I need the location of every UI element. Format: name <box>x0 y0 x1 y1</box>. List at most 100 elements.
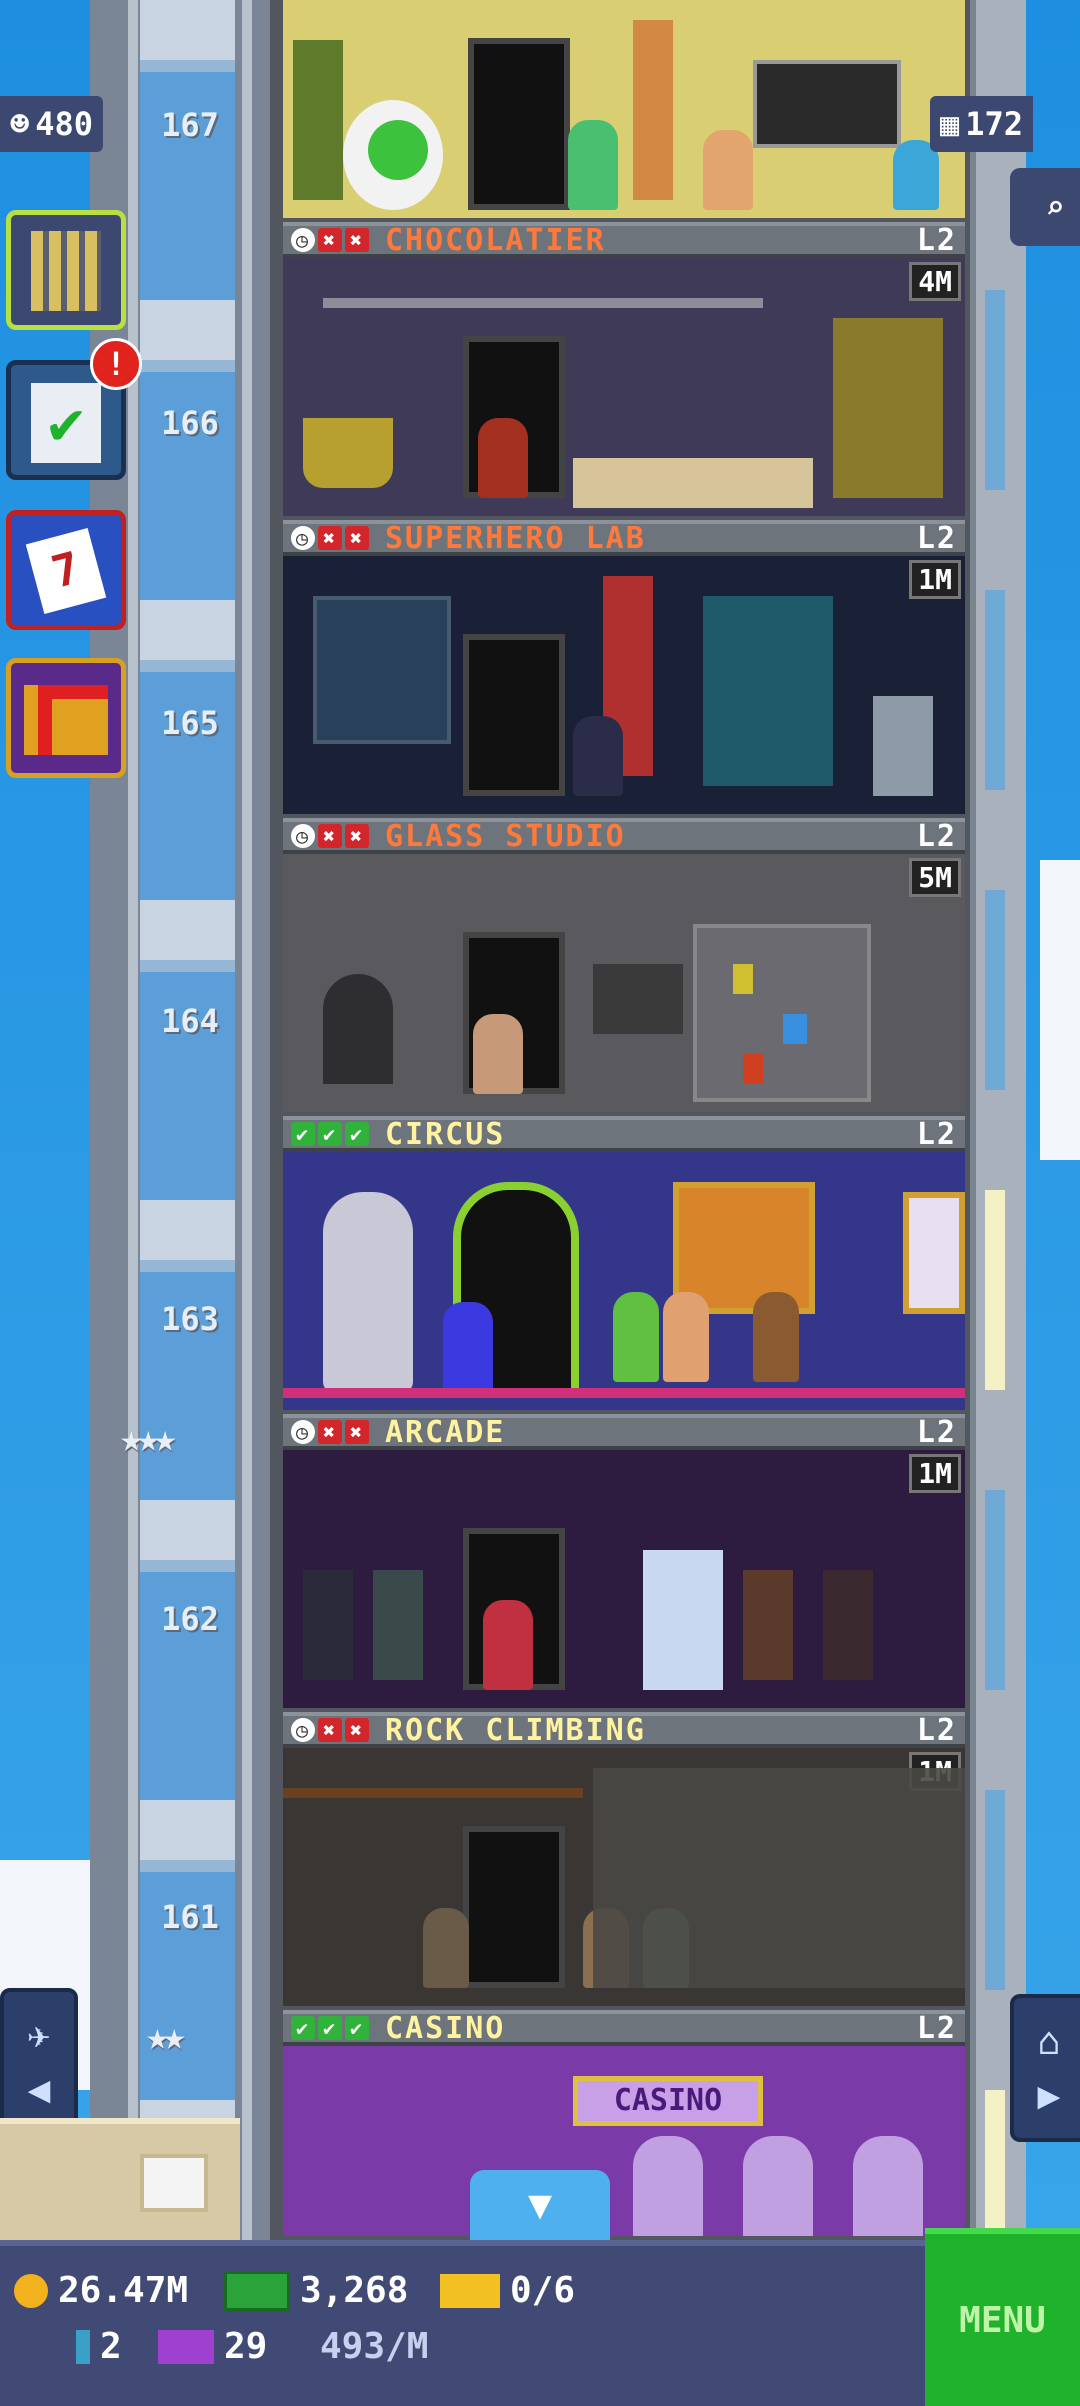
storage-box[interactable] <box>0 2118 240 2246</box>
build-floor-button[interactable] <box>6 210 126 330</box>
population-counter[interactable]: ☻ 480 <box>0 96 104 152</box>
shelf-icon <box>693 924 871 1102</box>
keys-stat[interactable]: 2 <box>76 2326 122 2367</box>
room-door <box>468 38 570 210</box>
bux-stat[interactable]: 3,268 <box>224 2270 408 2311</box>
floor-circus[interactable]: ✔ ✔ ✔ CIRCUS L2 <box>283 1116 965 1410</box>
cloud <box>1040 860 1080 1160</box>
room-scene[interactable] <box>283 0 965 218</box>
stock-status: ✔ ✔ ✔ <box>291 1122 369 1146</box>
floor-level: L2 <box>916 520 957 556</box>
notification-badge: ! <box>90 338 142 390</box>
gift-button[interactable] <box>6 658 126 778</box>
roof-nav-button[interactable]: ⌂ ▶ <box>1010 1994 1080 2142</box>
scroll-down-button[interactable]: ▼ <box>470 2170 610 2240</box>
tenant-icon <box>483 1600 533 1690</box>
vip-stat[interactable]: 29 <box>158 2326 267 2367</box>
floor-header[interactable]: ◷ ✖ ✖ CHOCOLATIER L2 <box>283 222 965 258</box>
plant-icon <box>293 40 343 200</box>
plane-icon: ✈ <box>27 2013 51 2057</box>
clock-icon: ◷ <box>291 824 315 848</box>
room-scene[interactable]: CASINO <box>283 2046 965 2236</box>
floor-name: CASINO <box>385 2010 506 2046</box>
room-door <box>463 1826 565 1988</box>
room-scene[interactable] <box>283 1152 965 1410</box>
tickets-stat[interactable]: 0/6 <box>440 2270 575 2311</box>
out-of-stock-icon: ✖ <box>345 824 369 848</box>
floor-header[interactable]: ✔ ✔ ✔ CASINO L2 <box>283 2010 965 2046</box>
box-icon <box>140 2154 208 2212</box>
vase-icon <box>783 1014 807 1044</box>
tenant-icon <box>613 1292 659 1382</box>
stock-status: ◷ ✖ ✖ <box>291 824 369 848</box>
floor-counter[interactable]: ▦ 172 <box>930 96 1034 152</box>
floor-header[interactable]: ✔ ✔ ✔ CIRCUS L2 <box>283 1116 965 1152</box>
arcade-cabinet-icon <box>303 1570 353 1680</box>
tickets-value: 0/6 <box>510 2270 576 2311</box>
menu-button[interactable]: MENU <box>925 2228 1080 2406</box>
floor-superhero-lab[interactable]: ◷ ✖ ✖ SUPERHERO LAB L2 1M <box>283 520 965 814</box>
climbing-wall-icon <box>593 1768 965 1988</box>
hologram-icon <box>703 596 833 786</box>
coins-stat[interactable]: 26.47M <box>14 2270 188 2311</box>
income-badge: 1M <box>909 560 961 599</box>
pillar-window <box>985 290 1005 490</box>
floor-header[interactable]: ◷ ✖ ✖ ARCADE L2 <box>283 1414 965 1450</box>
floor-rock-climbing[interactable]: ◷ ✖ ✖ ROCK CLIMBING L2 1M <box>283 1712 965 2006</box>
floor-header[interactable]: ◷ ✖ ✖ ROCK CLIMBING L2 <box>283 1712 965 1748</box>
floor-header[interactable]: ◷ ✖ ✖ SUPERHERO LAB L2 <box>283 520 965 556</box>
income-rate-stat: 493/M <box>320 2326 428 2367</box>
floor-number: 163 <box>161 1300 219 1338</box>
blueprint-icon <box>313 596 451 744</box>
tenant-icon <box>703 130 753 210</box>
clock-icon: ◷ <box>291 526 315 550</box>
room-scene[interactable]: 1M <box>283 1450 965 1708</box>
stocked-check-icon: ✔ <box>345 1122 369 1146</box>
lobby-nav-button[interactable]: ✈ ◀ <box>0 1988 78 2136</box>
floor-header[interactable]: ◷ ✖ ✖ GLASS STUDIO L2 <box>283 818 965 854</box>
income-badge: 5M <box>909 858 961 897</box>
population-value: 480 <box>35 105 94 143</box>
out-of-stock-icon: ✖ <box>345 228 369 252</box>
clock-icon: ◷ <box>291 1718 315 1742</box>
floor-167[interactable] <box>283 0 965 218</box>
search-icon: ⌕ <box>1045 188 1065 226</box>
stocked-check-icon: ✔ <box>318 1122 342 1146</box>
floor-casino[interactable]: ✔ ✔ ✔ CASINO L2 CASINO <box>283 2010 965 2236</box>
ticket-icon <box>440 2273 500 2308</box>
out-of-stock-icon: ✖ <box>318 1420 342 1444</box>
tv-screen-icon <box>753 60 901 148</box>
floor-chocolatier[interactable]: ◷ ✖ ✖ CHOCOLATIER L2 4M <box>283 222 965 516</box>
room-scene[interactable]: 1M <box>283 1748 965 2006</box>
calendar-button[interactable]: 7 <box>6 510 126 630</box>
room-scene[interactable]: 1M <box>283 556 965 814</box>
out-of-stock-icon: ✖ <box>345 1420 369 1444</box>
stock-status: ◷ ✖ ✖ <box>291 1420 369 1444</box>
claw-machine-icon <box>643 1550 723 1690</box>
kiosk-icon <box>873 696 933 796</box>
room-scene[interactable]: 5M <box>283 854 965 1112</box>
stage-strip <box>283 1388 965 1398</box>
floor-name: ROCK CLIMBING <box>385 1712 646 1748</box>
search-button[interactable]: ⌕ <box>1010 168 1080 246</box>
room-scene[interactable]: 4M <box>283 258 965 516</box>
arcade-cabinet-icon <box>823 1570 873 1680</box>
keys-value: 2 <box>100 2326 122 2367</box>
income-badge: 4M <box>909 262 961 301</box>
furnace-icon <box>323 974 393 1084</box>
checklist-icon: ✔ <box>31 383 101 463</box>
floor-number: 161 <box>161 1898 219 1936</box>
pot-icon <box>303 418 393 488</box>
floor-glass-studio[interactable]: ◷ ✖ ✖ GLASS STUDIO L2 5M <box>283 818 965 1112</box>
key-icon <box>76 2329 90 2364</box>
shaft-rail <box>242 0 252 2240</box>
floor-arcade[interactable]: ◷ ✖ ✖ ARCADE L2 1M <box>283 1414 965 1708</box>
bottom-status-bar <box>0 2240 1080 2406</box>
tenant-icon <box>473 1014 523 1094</box>
building-icon: ▦ <box>940 105 960 143</box>
pillar-window <box>985 1790 1005 1990</box>
tenant-icon <box>568 120 618 210</box>
slot-machine-icon <box>853 2136 923 2236</box>
clock-icon: ◷ <box>291 228 315 252</box>
home-icon: ⌂ <box>1037 2019 1061 2063</box>
